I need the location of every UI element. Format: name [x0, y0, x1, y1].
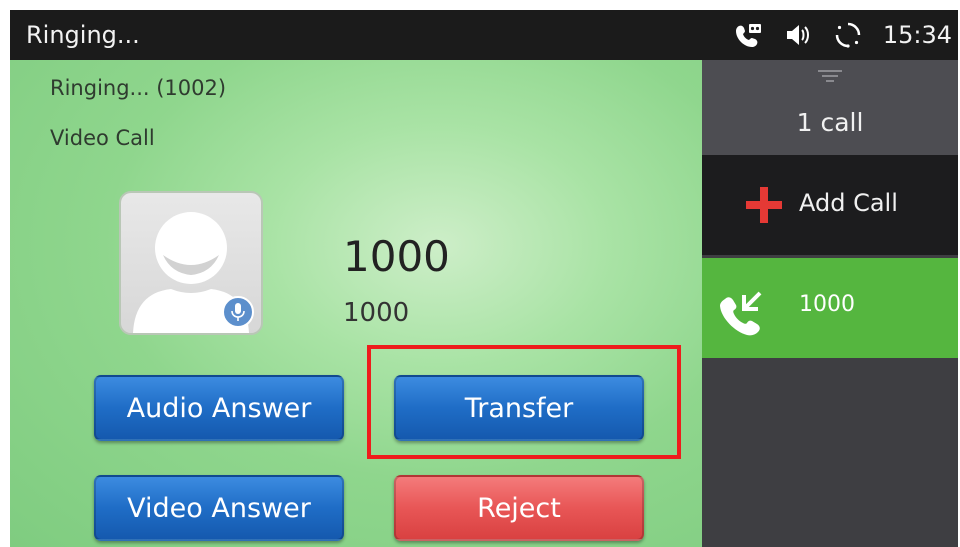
status-title: Ringing... [26, 21, 140, 49]
status-bar: Ringing... 15:34 [10, 10, 958, 60]
video-answer-button[interactable]: Video Answer [94, 475, 344, 541]
add-call-button[interactable]: Add Call [702, 155, 958, 255]
drawer-handle-icon[interactable] [818, 70, 842, 84]
active-call-item[interactable]: 1000 [702, 258, 958, 358]
plus-icon [746, 187, 782, 223]
reject-button[interactable]: Reject [394, 475, 644, 541]
microphone-icon [222, 296, 254, 328]
highlight-box [367, 345, 681, 459]
incoming-call-panel: Ringing... (1002) Video Call 1000 1000 A… [10, 60, 702, 547]
caller-name: 1000 [343, 232, 450, 281]
call-type-label: Video Call [50, 126, 155, 150]
speaker-volume-icon [786, 25, 809, 45]
status-clock: 15:34 [882, 21, 952, 49]
sync-loading-icon [835, 22, 861, 48]
phone-screen: Ringing... 15:34 Ringing... (1002) Video… [10, 10, 958, 547]
status-icons: 15:34 [733, 10, 952, 60]
call-list-header[interactable]: 1 call [702, 60, 958, 155]
audio-answer-button[interactable]: Audio Answer [94, 375, 344, 441]
active-call-label: 1000 [799, 292, 855, 317]
call-count-label: 1 call [796, 108, 864, 137]
calls-side-panel: 1 call Add Call 1000 [702, 60, 958, 547]
add-call-label: Add Call [799, 189, 898, 217]
caller-number: 1000 [343, 298, 410, 328]
call-state-label: Ringing... (1002) [50, 76, 227, 100]
phone-voicemail-icon [735, 24, 761, 47]
incoming-call-icon [720, 291, 762, 336]
